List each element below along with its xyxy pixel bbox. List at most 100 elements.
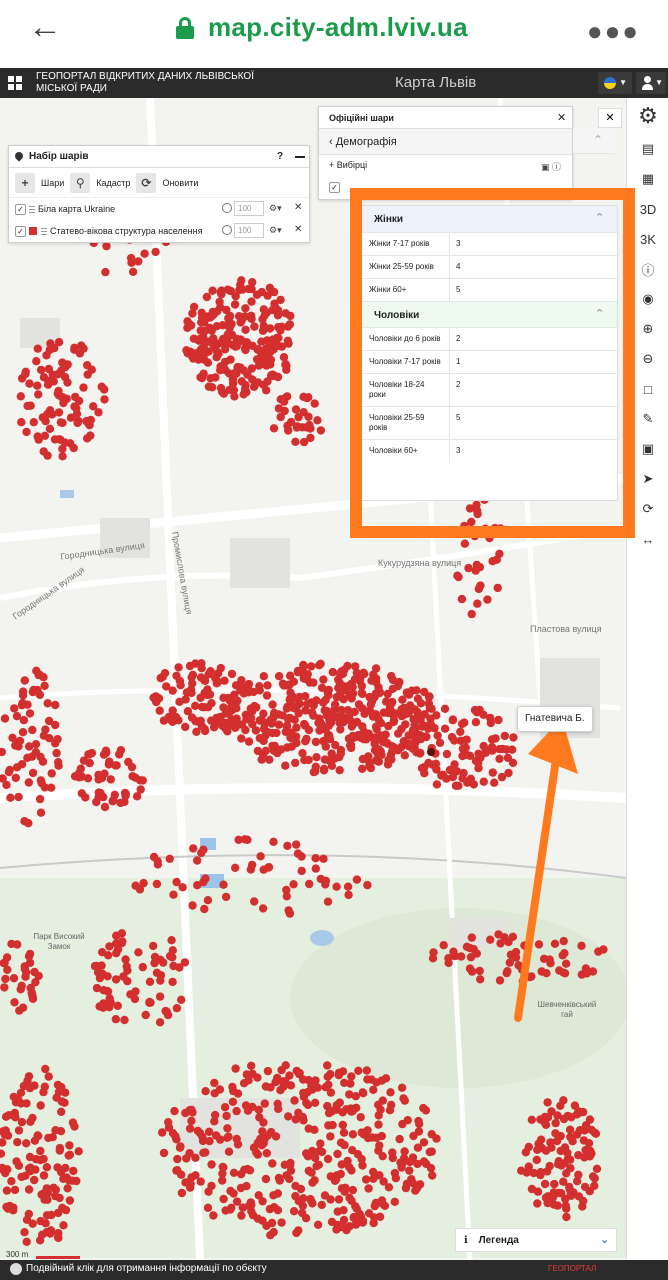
population-dot[interactable] — [3, 1131, 13, 1140]
population-dot[interactable] — [116, 798, 125, 808]
population-dot[interactable] — [359, 1089, 368, 1098]
user-button[interactable]: ▼ — [636, 72, 666, 94]
population-dot[interactable] — [100, 802, 110, 812]
population-dot[interactable] — [279, 681, 288, 690]
population-dot[interactable] — [272, 728, 281, 738]
population-dot[interactable] — [13, 1138, 22, 1147]
population-dot[interactable] — [345, 1090, 354, 1099]
population-dot[interactable] — [309, 678, 318, 687]
population-dot[interactable] — [207, 716, 216, 725]
population-dot[interactable] — [54, 758, 63, 767]
population-dot[interactable] — [307, 662, 316, 671]
population-dot[interactable] — [269, 1191, 278, 1200]
population-dot[interactable] — [39, 1154, 48, 1164]
population-dot[interactable] — [380, 1201, 390, 1211]
population-dot[interactable] — [400, 751, 409, 760]
population-dot[interactable] — [402, 688, 411, 697]
population-dot[interactable] — [158, 1128, 167, 1137]
population-dot[interactable] — [24, 1209, 33, 1219]
population-dot[interactable] — [47, 769, 56, 778]
population-dot[interactable] — [323, 1154, 333, 1164]
population-dot[interactable] — [416, 734, 425, 744]
population-dot[interactable] — [219, 880, 228, 889]
population-dot[interactable] — [136, 785, 145, 794]
population-dot[interactable] — [196, 716, 205, 725]
population-dot[interactable] — [408, 1153, 418, 1162]
population-dot[interactable] — [204, 382, 214, 391]
population-dot[interactable] — [299, 408, 308, 417]
population-dot[interactable] — [574, 1107, 583, 1116]
population-dot[interactable] — [336, 725, 345, 734]
population-dot[interactable] — [335, 766, 344, 775]
population-dot[interactable] — [487, 735, 497, 744]
population-dot[interactable] — [247, 860, 257, 870]
population-dot[interactable] — [317, 683, 327, 692]
population-dot[interactable] — [270, 1203, 279, 1212]
chevron-up-icon[interactable]: ⌃ — [593, 133, 603, 147]
population-dot[interactable] — [421, 1106, 431, 1115]
population-dot[interactable] — [448, 716, 458, 725]
population-dot[interactable] — [47, 1210, 56, 1220]
population-dot[interactable] — [105, 994, 114, 1003]
population-dot[interactable] — [225, 311, 235, 321]
population-dot[interactable] — [101, 746, 111, 755]
population-dot[interactable] — [289, 880, 298, 889]
population-dot[interactable] — [16, 392, 25, 401]
population-dot[interactable] — [380, 738, 389, 747]
population-dot[interactable] — [274, 672, 284, 681]
population-dot[interactable] — [471, 566, 480, 575]
population-dot[interactable] — [286, 1081, 296, 1090]
population-dot[interactable] — [529, 1168, 538, 1178]
population-dot[interactable] — [371, 1198, 381, 1208]
population-dot[interactable] — [319, 675, 328, 684]
population-dot[interactable] — [42, 1163, 52, 1172]
population-dot[interactable] — [381, 1074, 391, 1083]
minimize-icon[interactable] — [295, 156, 305, 158]
population-dot[interactable] — [187, 713, 197, 722]
population-dot[interactable] — [415, 749, 425, 758]
population-dot[interactable] — [419, 721, 428, 730]
population-dot[interactable] — [199, 1148, 208, 1158]
population-dot[interactable] — [330, 700, 340, 709]
population-dot[interactable] — [474, 758, 483, 767]
apps-grid-icon[interactable] — [8, 76, 22, 90]
population-dot[interactable] — [304, 1124, 313, 1133]
population-dot[interactable] — [284, 339, 293, 348]
population-dot[interactable] — [51, 700, 60, 710]
population-dot[interactable] — [319, 698, 328, 707]
population-dot[interactable] — [74, 416, 83, 426]
population-dot[interactable] — [53, 369, 63, 379]
population-dot[interactable] — [283, 841, 292, 850]
population-dot[interactable] — [128, 772, 137, 781]
opacity-input[interactable]: 100 — [234, 201, 264, 216]
population-dot[interactable] — [63, 1184, 72, 1193]
population-dot[interactable] — [450, 950, 459, 960]
population-dot[interactable] — [158, 672, 167, 682]
population-dot[interactable] — [247, 311, 256, 320]
population-dot[interactable] — [94, 793, 103, 802]
population-dot[interactable] — [323, 897, 333, 906]
population-dot[interactable] — [25, 379, 34, 388]
population-dot[interactable] — [12, 712, 22, 721]
population-dot[interactable] — [102, 241, 111, 251]
population-dot[interactable] — [456, 727, 465, 736]
population-dot[interactable] — [41, 725, 50, 734]
layer-checkbox[interactable]: ✓ — [329, 182, 340, 193]
population-dot[interactable] — [54, 391, 63, 400]
population-dot[interactable] — [56, 1127, 66, 1136]
population-dot[interactable] — [306, 424, 315, 433]
population-dot[interactable] — [212, 353, 221, 362]
population-dot[interactable] — [427, 1130, 436, 1139]
population-dot[interactable] — [298, 749, 307, 758]
settings-gear-icon[interactable]: ⚙ — [627, 98, 668, 134]
population-dot[interactable] — [370, 1213, 379, 1222]
population-dot[interactable] — [113, 1001, 123, 1010]
population-dot[interactable] — [532, 1155, 541, 1165]
population-dot[interactable] — [131, 987, 140, 996]
population-dot[interactable] — [34, 390, 43, 399]
population-dot[interactable] — [276, 1086, 285, 1095]
population-dot[interactable] — [24, 1185, 34, 1194]
population-dot[interactable] — [199, 845, 208, 854]
population-dot[interactable] — [20, 676, 29, 685]
population-dot[interactable] — [185, 661, 195, 671]
